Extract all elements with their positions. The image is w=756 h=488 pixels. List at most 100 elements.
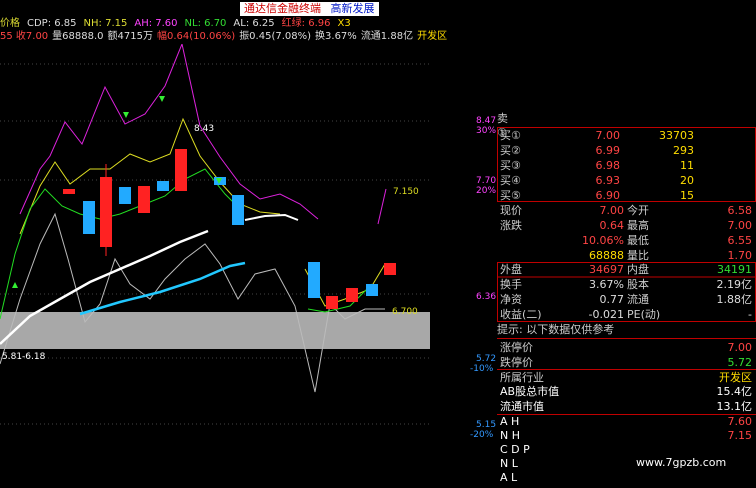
bid-row: 买⑤ 6.90 15 [497, 188, 756, 203]
bid-label: 买④ [500, 174, 521, 187]
indicator-legend: 价格 CDP: 6.85 NH: 7.15 AH: 7.60 NL: 6.70 AL: 6… [0, 18, 358, 30]
candle [157, 181, 169, 191]
limit-prices: 涨停价 7.00 跌停价 5.72 [497, 340, 756, 370]
stat-row-value: 7.00 [727, 219, 753, 232]
down-arrow-icon [159, 96, 165, 102]
info-item: 流通1.88亿 [360, 31, 414, 42]
bar-info-line: 55 收7.00 量68888.0 额4715万 幅0.64(10.06%) 振0.45… [0, 31, 451, 43]
trade-row-value: - [748, 308, 752, 321]
up-arrow-icon [12, 282, 18, 288]
app-title: 通达信金融终端 [244, 2, 321, 15]
legend-item: 红绿: 6.96 [281, 18, 331, 29]
price-tick: 7.70 [476, 176, 497, 186]
indicator-row: A L [497, 471, 756, 485]
price-tick: 8.47 [476, 116, 497, 126]
indicator-label: A H [500, 415, 520, 428]
trade-row-label: 换手 [500, 278, 522, 291]
legend-item: CDP: 6.85 [27, 18, 77, 29]
trade-row-label: 流通 [627, 293, 649, 306]
info-item: 幅0.64(10.06%) [156, 31, 236, 42]
bid-row: 买① 7.00 33703 [497, 128, 756, 143]
bid-label: 买② [500, 144, 521, 157]
legend-item: AH: 7.60 [134, 18, 178, 29]
info-item: 额4715万 [107, 31, 153, 42]
stat-row-label: 涨跌 [500, 219, 522, 232]
trade-row-value: 3.67% [589, 278, 624, 291]
indicator-value: 7.15 [727, 429, 753, 442]
bid-row: 买④ 6.93 20 [497, 173, 756, 188]
stat-row-label: 现价 [500, 204, 522, 217]
limit-row: 跌停价 5.72 [497, 355, 756, 370]
stat-row: 10.06% 最低 6.55 [497, 233, 756, 248]
trade-row-label: PE(动) [627, 308, 661, 321]
bid-list: 买① 7.00 33703 买② 6.99 293 买③ 6.98 11 买④ 6.93 20 买⑤ 6.… [497, 128, 756, 203]
candle [384, 263, 396, 275]
signal-arrows [12, 96, 222, 288]
bid-price: 6.98 [595, 159, 621, 172]
stat-row-value: 6.55 [727, 234, 753, 247]
stat-row-value: 68888 [589, 249, 624, 262]
candle [100, 177, 112, 247]
trade-row-label: 股本 [627, 278, 649, 291]
industry-value: 开发区 [719, 371, 752, 384]
stat-row-value: 1.70 [727, 249, 753, 262]
trade-row-value: 34697 [589, 263, 624, 276]
trade-stats: 外盘 34697 内盘 34191 换手 3.67% 股本 2.19亿 净资 0.77 流通 1.88… [497, 262, 756, 322]
trade-row: 外盘 34697 内盘 34191 [497, 262, 756, 277]
stat-row-label: 量比 [627, 249, 649, 262]
indicator-label: N L [500, 457, 518, 470]
trade-row: 净资 0.77 流通 1.88亿 [497, 292, 756, 307]
bid-price: 6.99 [595, 144, 621, 157]
bid-price: 7.00 [595, 129, 621, 142]
price-band [0, 312, 430, 349]
nl-value-label: 6.700 [392, 307, 418, 317]
indicator-label: A L [500, 471, 518, 484]
info-item: 换3.67% [315, 31, 357, 42]
market-value: 13.1亿 [716, 400, 753, 413]
candle [308, 262, 320, 298]
kline-chart[interactable] [0, 44, 430, 487]
pct-tick: -10% [470, 364, 494, 374]
legend-item: AL: 6.25 [233, 18, 275, 29]
limit-value: 5.72 [727, 356, 753, 369]
bid-volume: 20 [680, 174, 694, 187]
ma-white-2 [244, 213, 299, 221]
indicator-row: A H 7.60 [497, 415, 756, 429]
price-tick: 6.36 [476, 292, 497, 302]
candle [232, 195, 244, 225]
quote-stats: 现价 7.00 今开 6.58 涨跌 0.64 最高 7.00 10.06% 最低 6.55 6888… [497, 203, 756, 263]
stat-row-label: 最低 [627, 234, 649, 247]
bid-price: 6.90 [595, 189, 621, 202]
market-row: 流通市值 13.1亿 [497, 399, 756, 414]
stat-row-value: 0.64 [599, 219, 625, 232]
market-cap: AB股总市值 15.4亿 流通市值 13.1亿 [497, 384, 756, 414]
price-tick: 5.15 [476, 420, 497, 430]
market-label: 流通市值 [500, 400, 544, 413]
bid-volume: 11 [680, 159, 694, 172]
trade-row: 收益(二) -0.021 PE(动) - [497, 307, 756, 322]
info-item: 开发区 [417, 31, 448, 42]
legend-item: 价格 [0, 18, 20, 29]
legend-item: NL: 6.70 [184, 18, 227, 29]
peak-label: 8.43 [194, 124, 215, 134]
pct-tick: -20% [470, 430, 494, 440]
legend-item: NH: 7.15 [83, 18, 128, 29]
info-item: 55 收7.00 [0, 31, 49, 42]
bid-row: 买② 6.99 293 [497, 143, 756, 158]
stat-row-value: 7.00 [599, 204, 625, 217]
bid-label: 买① [500, 129, 521, 142]
trade-row-label: 收益(二) [500, 308, 542, 321]
bid-label: 买⑤ [500, 189, 521, 202]
candle [175, 149, 187, 191]
trade-row: 换手 3.67% 股本 2.19亿 [497, 277, 756, 292]
indicator-label: N H [500, 429, 520, 442]
stock-name: 高新发展 [330, 2, 375, 15]
indicator-row: N H 7.15 [497, 429, 756, 443]
indicator-row: C D P [497, 443, 756, 457]
candle [326, 296, 338, 309]
candle [138, 186, 150, 213]
stat-row-value: 10.06% [582, 234, 624, 247]
bid-row: 买③ 6.98 11 [497, 158, 756, 173]
bid-volume: 15 [680, 189, 694, 202]
bid-price: 6.93 [595, 174, 621, 187]
